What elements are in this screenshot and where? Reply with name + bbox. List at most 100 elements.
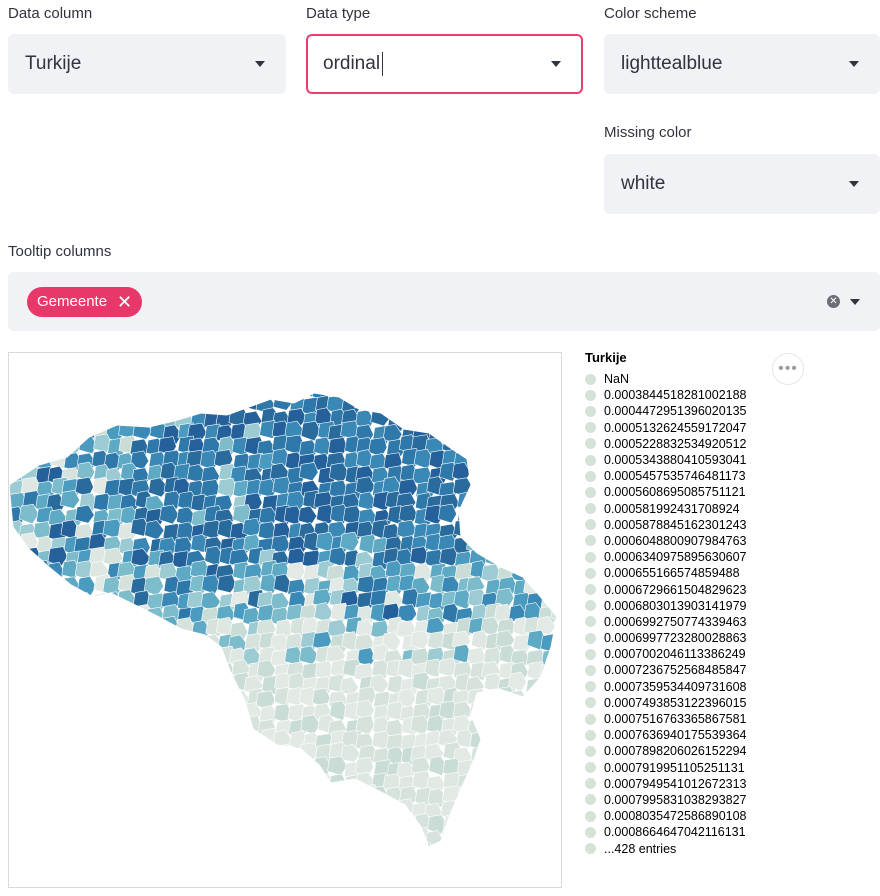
municipality-region[interactable] (50, 741, 70, 763)
municipality-region[interactable] (480, 411, 501, 431)
municipality-region[interactable] (496, 732, 518, 752)
municipality-region[interactable] (87, 786, 107, 806)
municipality-region[interactable] (553, 508, 561, 528)
municipality-region[interactable] (88, 671, 109, 692)
municipality-region[interactable] (145, 744, 166, 765)
municipality-region[interactable] (218, 840, 240, 859)
municipality-region[interactable] (452, 420, 473, 441)
municipality-region[interactable] (60, 691, 82, 712)
municipality-region[interactable] (77, 771, 98, 792)
municipality-region[interactable] (74, 621, 95, 641)
municipality-region[interactable] (555, 394, 561, 414)
municipality-region[interactable] (313, 830, 335, 851)
municipality-region[interactable] (552, 813, 561, 833)
municipality-region[interactable] (118, 408, 138, 428)
municipality-region[interactable] (90, 393, 110, 413)
municipality-region[interactable] (33, 649, 52, 669)
municipality-region[interactable] (552, 421, 561, 442)
municipality-region[interactable] (129, 842, 149, 861)
municipality-region[interactable] (133, 789, 154, 810)
municipality-region[interactable] (205, 760, 225, 781)
municipality-region[interactable] (116, 699, 137, 720)
municipality-region[interactable] (177, 747, 197, 767)
municipality-region[interactable] (60, 576, 81, 597)
municipality-region[interactable] (104, 383, 124, 402)
municipality-region[interactable] (524, 393, 544, 413)
municipality-region[interactable] (18, 630, 39, 650)
municipality-region[interactable] (229, 785, 250, 805)
municipality-region[interactable] (511, 798, 532, 818)
municipality-region[interactable] (9, 800, 27, 821)
municipality-region[interactable] (551, 675, 561, 696)
choropleth-map[interactable] (8, 352, 562, 888)
municipality-region[interactable] (260, 785, 281, 805)
municipality-region[interactable] (130, 830, 151, 849)
municipality-region[interactable] (186, 635, 207, 655)
municipality-region[interactable] (316, 800, 337, 819)
municipality-region[interactable] (439, 396, 459, 418)
municipality-region[interactable] (457, 784, 479, 804)
municipality-region[interactable] (201, 770, 223, 791)
municipality-region[interactable] (115, 380, 136, 400)
municipality-region[interactable] (130, 658, 151, 678)
municipality-region[interactable] (76, 658, 97, 679)
municipality-region[interactable] (284, 774, 306, 794)
municipality-region[interactable] (116, 745, 136, 766)
municipality-region[interactable] (159, 631, 180, 651)
municipality-region[interactable] (89, 633, 110, 654)
municipality-region[interactable] (285, 747, 306, 767)
municipality-region[interactable] (75, 393, 96, 414)
municipality-region[interactable] (495, 479, 515, 500)
municipality-region[interactable] (526, 519, 547, 539)
municipality-region[interactable] (22, 382, 43, 401)
municipality-region[interactable] (90, 645, 111, 666)
municipality-region[interactable] (526, 435, 547, 455)
municipality-region[interactable] (327, 786, 348, 807)
municipality-region[interactable] (327, 827, 348, 847)
municipality-region[interactable] (9, 395, 28, 415)
municipality-region[interactable] (555, 463, 561, 485)
municipality-region[interactable] (104, 689, 125, 709)
municipality-region[interactable] (9, 770, 28, 791)
municipality-region[interactable] (106, 815, 126, 835)
municipality-region[interactable] (541, 701, 561, 723)
municipality-region[interactable] (75, 703, 96, 723)
municipality-region[interactable] (91, 828, 112, 849)
municipality-region[interactable] (427, 396, 447, 417)
municipality-region[interactable] (104, 676, 124, 697)
municipality-region[interactable] (17, 424, 39, 445)
municipality-region[interactable] (256, 828, 276, 849)
municipality-region[interactable] (148, 379, 169, 400)
municipality-region[interactable] (525, 842, 546, 862)
municipality-region[interactable] (525, 702, 545, 722)
municipality-region[interactable] (93, 775, 113, 795)
municipality-region[interactable] (157, 729, 178, 749)
municipality-region[interactable] (496, 789, 516, 809)
municipality-region[interactable] (102, 619, 122, 640)
municipality-region[interactable] (508, 700, 529, 720)
municipality-region[interactable] (228, 378, 250, 399)
municipality-region[interactable] (77, 728, 97, 749)
municipality-region[interactable] (78, 784, 99, 805)
municipality-region[interactable] (157, 761, 178, 782)
municipality-region[interactable] (471, 509, 492, 530)
municipality-region[interactable] (328, 813, 349, 835)
municipality-region[interactable] (525, 449, 545, 469)
municipality-region[interactable] (9, 437, 27, 457)
municipality-region[interactable] (172, 380, 194, 399)
municipality-region[interactable] (116, 392, 137, 412)
municipality-region[interactable] (107, 630, 126, 651)
municipality-region[interactable] (355, 715, 375, 735)
municipality-region[interactable] (523, 789, 545, 809)
municipality-region[interactable] (526, 715, 546, 735)
municipality-region[interactable] (314, 843, 334, 863)
municipality-region[interactable] (46, 643, 67, 664)
municipality-region[interactable] (384, 825, 404, 847)
municipality-region[interactable] (145, 606, 166, 628)
municipality-region[interactable] (20, 687, 40, 708)
municipality-region[interactable] (190, 744, 210, 764)
municipality-region[interactable] (480, 817, 501, 837)
municipality-region[interactable] (144, 719, 164, 740)
municipality-region[interactable] (482, 478, 503, 498)
municipality-region[interactable] (550, 690, 561, 711)
